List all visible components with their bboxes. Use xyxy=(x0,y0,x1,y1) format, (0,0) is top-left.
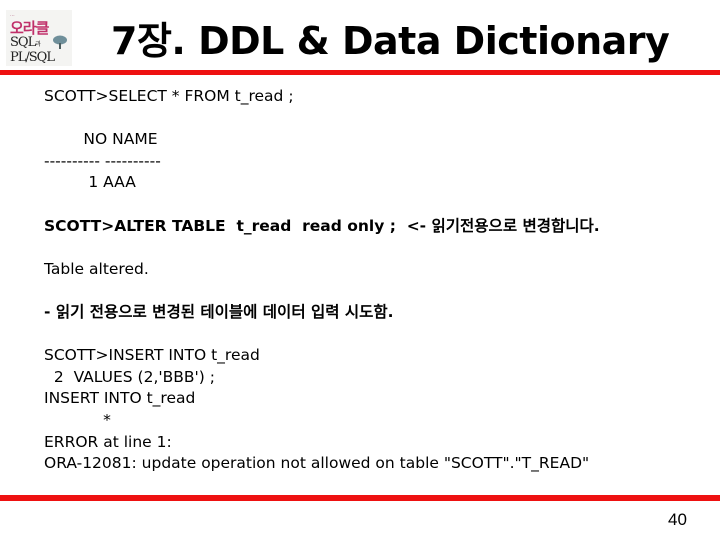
transcript-line xyxy=(44,237,600,259)
transcript-line: ---------- ---------- xyxy=(44,151,161,170)
transcript-line: SCOTT>ALTER TABLE t_read read only ; <- … xyxy=(44,216,600,235)
transcript-line: ORA-12081: update operation not allowed … xyxy=(44,454,590,473)
footer-divider xyxy=(0,495,720,501)
transcript-line: * xyxy=(44,410,111,429)
transcript-line: INSERT INTO t_read xyxy=(44,389,196,408)
transcript-line: - 읽기 전용으로 변경된 테이블에 데이터 입력 시도함. xyxy=(44,302,394,321)
transcript-line: NO NAME xyxy=(44,130,158,149)
page-number: 40 xyxy=(668,510,687,529)
logo-sql-suffix: 과 xyxy=(35,41,40,48)
book-cover-logo: ... 오라클 SQL과 PL/SQL xyxy=(6,10,72,66)
sql-transcript: SCOTT>SELECT * FROM t_read ; NO NAME ----… xyxy=(44,86,600,475)
transcript-line xyxy=(44,280,600,302)
logo-sql-text: SQL xyxy=(10,35,36,50)
transcript-line: 1 AAA xyxy=(44,173,136,192)
transcript-line xyxy=(44,108,600,130)
logo-plsql: PL/SQL xyxy=(10,50,55,65)
transcript-line xyxy=(44,194,600,216)
tree-icon xyxy=(53,35,67,49)
transcript-line: SCOTT>INSERT INTO t_read xyxy=(44,346,260,365)
transcript-line: 2 VALUES (2,'BBB') ; xyxy=(44,367,216,386)
header-divider xyxy=(0,70,720,75)
transcript-line: SCOTT>SELECT * FROM t_read ; xyxy=(44,87,294,105)
logo-sql: SQL과 xyxy=(10,35,41,50)
transcript-line xyxy=(44,324,600,346)
slide-title: 7장. DDL & Data Dictionary xyxy=(111,19,670,63)
transcript-line: ERROR at line 1: xyxy=(44,432,172,451)
transcript-line: Table altered. xyxy=(44,259,149,278)
